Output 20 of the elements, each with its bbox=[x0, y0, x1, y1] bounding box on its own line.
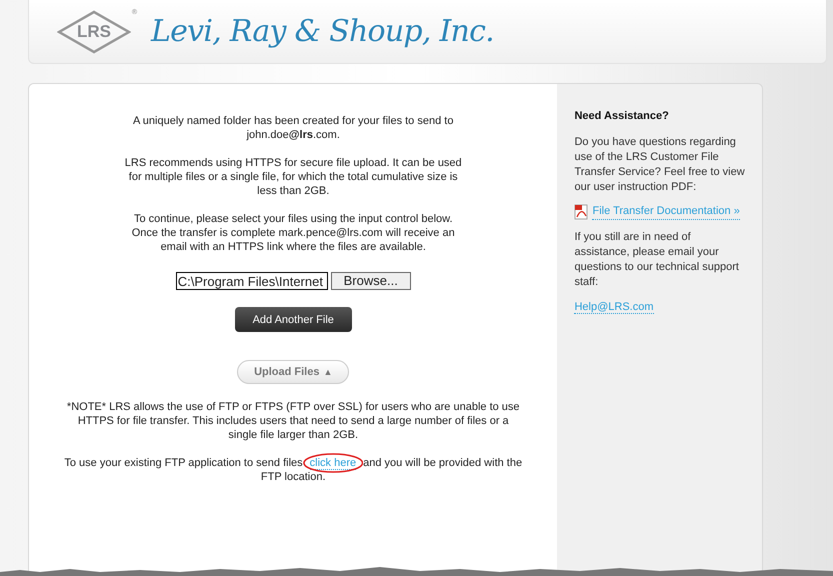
browse-button[interactable]: Browse... bbox=[330, 272, 411, 290]
company-name: Levi, Ray & Shoup, Inc. bbox=[151, 13, 494, 51]
info-paragraph: LRS recommends using HTTPS for secure file upload. It can be used for multiple files or a single file, for which the total cumulative size is less than 2GB. bbox=[124, 156, 463, 198]
add-file-button[interactable]: Add Another File bbox=[234, 307, 352, 332]
info-paragraph: A uniquely named folder has been created for your files to send to john.doe@lrs.com. bbox=[132, 114, 454, 142]
sidebar-help-text: If you still are in need of assistance, please email your questions to our technical support staff: bbox=[574, 230, 740, 290]
file-path-field[interactable]: C:\Program Files\Internet bbox=[176, 272, 328, 290]
arrow-up-icon: ▲ bbox=[323, 365, 332, 379]
upload-files-button[interactable]: Upload Files ▲ bbox=[237, 360, 350, 384]
diamond-icon bbox=[57, 10, 131, 54]
ftp-note: *NOTE* LRS allows the use of FTP or FTPS (FTP over SSL) for users who are unable to use HTTPS for file transfer. This includes users that need to send a large number of files or a single file larger than 2GB. bbox=[66, 400, 521, 442]
annotation-ellipse bbox=[302, 453, 364, 473]
help-email-link[interactable]: Help@LRS.com bbox=[574, 301, 654, 314]
sidebar-title: Need Assistance? bbox=[574, 109, 670, 124]
sidebar-intro: Do you have questions regarding use of the LRS Customer File Transfer Service? Feel free to view our user instruction PDF: bbox=[574, 135, 745, 195]
info-paragraph: To continue, please select your files using the input control below. Once the transfer is complete mark.pence@lrs.com will receive an email with an HTTPS link where the files are available. bbox=[130, 212, 456, 254]
ftp-instructions: To use your existing FTP application to send files click here and you will be provided with the FTP location. bbox=[58, 456, 528, 484]
logo-text: LRS bbox=[77, 20, 111, 43]
documentation-link[interactable]: File Transfer Documentation » bbox=[592, 204, 740, 220]
pdf-icon bbox=[574, 204, 590, 220]
